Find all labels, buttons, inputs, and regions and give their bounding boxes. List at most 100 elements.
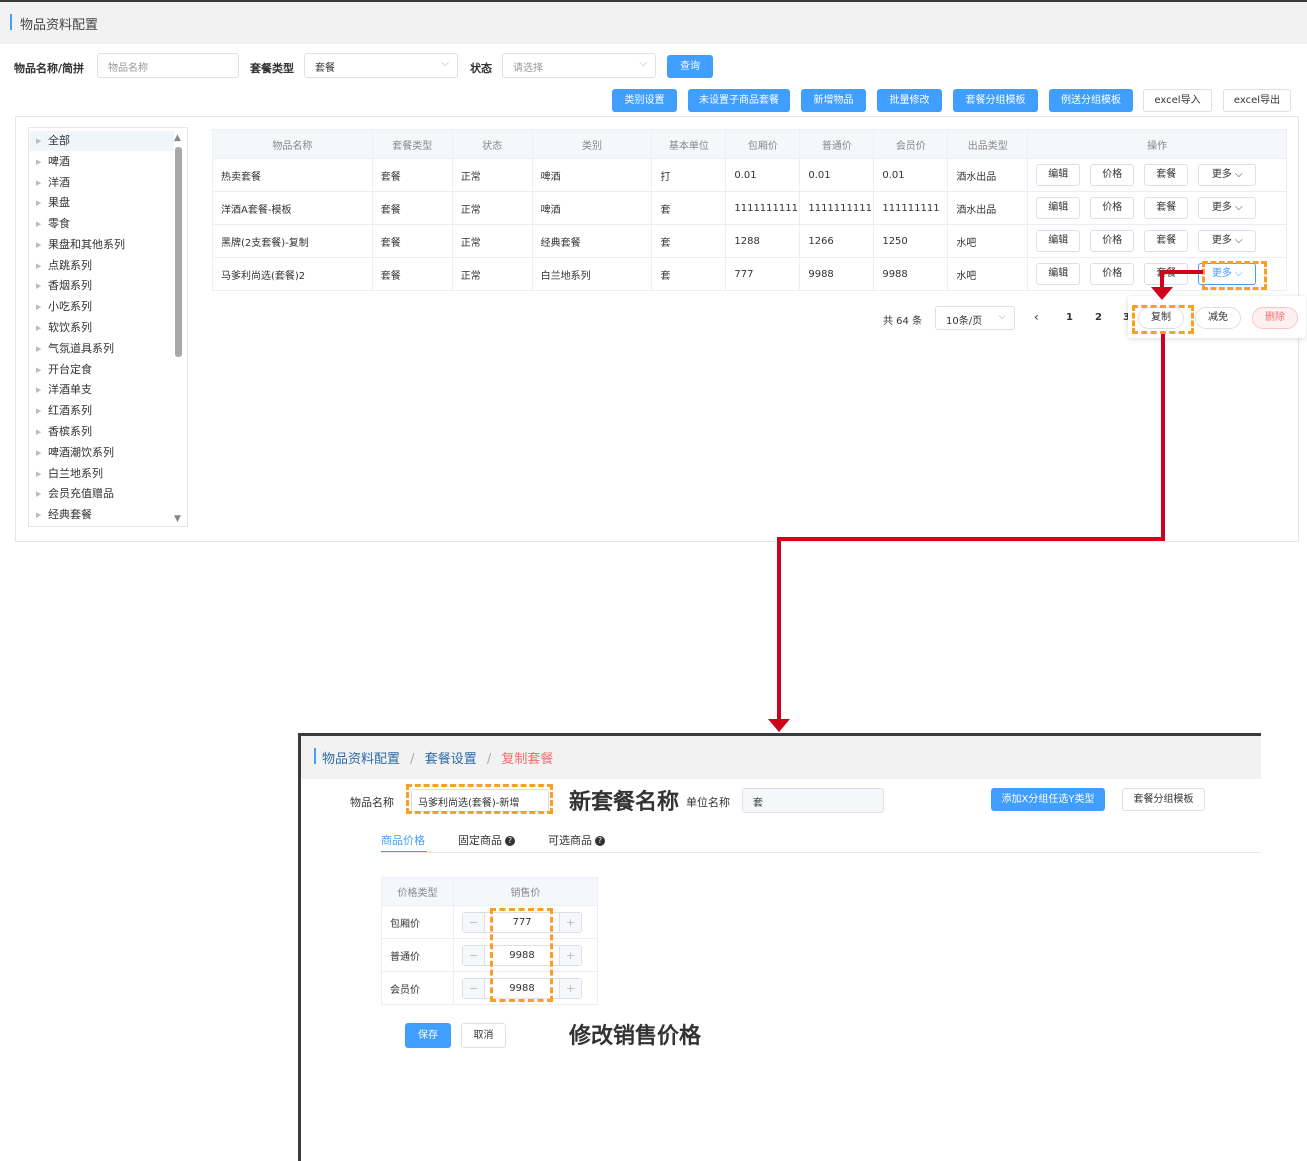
cancel-button[interactable]: 取消 bbox=[461, 1023, 506, 1048]
cell: 套 bbox=[651, 191, 727, 225]
tab-fixed-items[interactable]: 固定商品? bbox=[458, 832, 515, 848]
price-button[interactable]: 价格 bbox=[1090, 230, 1135, 252]
tree-item[interactable]: ▶ 香槟系列 bbox=[30, 422, 174, 442]
cell: 套 bbox=[651, 224, 727, 258]
plus-icon[interactable]: + bbox=[559, 945, 581, 965]
cell: 黑牌(2支套餐)-复制 bbox=[212, 224, 373, 258]
tab-optional-items[interactable]: 可选商品? bbox=[548, 832, 605, 848]
price-button[interactable]: 价格 bbox=[1090, 164, 1135, 186]
cell: 啤酒 bbox=[531, 191, 653, 225]
tree-item[interactable]: ▶ 气氛道具系列 bbox=[30, 339, 174, 359]
tree-item[interactable]: ▶ 经典套餐 bbox=[30, 505, 174, 525]
tree-item[interactable]: ▶ 开台定食 bbox=[30, 360, 174, 380]
caret-right-icon: ▶ bbox=[36, 386, 42, 394]
edit-button[interactable]: 编辑 bbox=[1036, 263, 1081, 285]
pager-total: 共 64 条 bbox=[883, 316, 923, 327]
tree-item-label: 小吃系列 bbox=[48, 300, 92, 313]
tree-item[interactable]: ▶ 红酒系列 bbox=[30, 401, 174, 421]
edit-button[interactable]: 编辑 bbox=[1036, 230, 1081, 252]
tree-item[interactable]: ▶ 香烟系列 bbox=[30, 276, 174, 296]
save-button[interactable]: 保存 bbox=[405, 1023, 451, 1048]
column-header: 价格类型 bbox=[381, 877, 454, 906]
gift-group-template-button[interactable]: 例送分组模板 bbox=[1049, 89, 1133, 112]
name-filter-input[interactable]: 物品名称 bbox=[97, 53, 239, 78]
column-header: 包厢价 bbox=[725, 129, 801, 159]
tree-item[interactable]: ▶ 白兰地系列 bbox=[30, 464, 174, 484]
package-button[interactable]: 套餐 bbox=[1144, 263, 1189, 285]
tree-item[interactable]: ▶ 小吃系列 bbox=[30, 297, 174, 317]
package-button[interactable]: 套餐 bbox=[1144, 164, 1189, 186]
type-select[interactable]: 套餐 ⌵ bbox=[304, 53, 458, 78]
query-button[interactable]: 查询 bbox=[667, 55, 713, 78]
scroll-up-icon[interactable]: ▲ bbox=[174, 133, 181, 143]
package-group-template-button[interactable]: 套餐分组模板 bbox=[953, 89, 1038, 112]
price-type: 普通价 bbox=[381, 938, 454, 972]
minus-icon[interactable]: − bbox=[463, 978, 485, 998]
page-number[interactable]: 1 bbox=[1066, 312, 1073, 323]
tree-item[interactable]: ▶ 全部 bbox=[30, 131, 174, 151]
tree-item[interactable]: ▶ 洋酒单支 bbox=[30, 380, 174, 400]
tab-price[interactable]: 商品价格 bbox=[381, 832, 425, 848]
caret-right-icon: ▶ bbox=[36, 220, 42, 228]
status-select[interactable]: 请选择 ⌵ bbox=[502, 53, 656, 78]
price-type: 包厢价 bbox=[381, 905, 454, 939]
breadcrumb-item[interactable]: 物品资料配置 bbox=[322, 752, 400, 767]
batch-edit-button[interactable]: 批量修改 bbox=[877, 89, 942, 112]
tree-item[interactable]: ▶ 会员充值赠品 bbox=[30, 484, 174, 504]
column-header: 普通价 bbox=[799, 129, 875, 159]
category-settings-button[interactable]: 类别设置 bbox=[612, 89, 677, 112]
excel-export-button[interactable]: excel导出 bbox=[1223, 89, 1291, 112]
help-icon: ? bbox=[505, 836, 515, 846]
more-button[interactable]: 更多 ⌵ bbox=[1198, 230, 1257, 252]
prev-page-icon[interactable]: ‹ bbox=[1034, 310, 1039, 324]
cell: 1266 bbox=[799, 224, 875, 258]
caret-right-icon: ▶ bbox=[36, 241, 42, 249]
items-table: 物品名称 套餐类型 状态 类别 基本单位 包厢价 普通价 会员价 出品类型 操作… bbox=[212, 129, 1287, 291]
tree-item[interactable]: ▶ 点跳系列 bbox=[30, 256, 174, 276]
add-item-button[interactable]: 新增物品 bbox=[801, 89, 866, 112]
price-button[interactable]: 价格 bbox=[1090, 197, 1135, 219]
edit-button[interactable]: 编辑 bbox=[1036, 197, 1081, 219]
type-filter-label: 套餐类型 bbox=[250, 62, 294, 75]
tree-item[interactable]: ▶ 果盘和其他系列 bbox=[30, 235, 174, 255]
tree-item[interactable]: ▶ 果盘 bbox=[30, 193, 174, 213]
page-number[interactable]: 2 bbox=[1095, 312, 1102, 323]
package-button[interactable]: 套餐 bbox=[1144, 197, 1189, 219]
scroll-down-icon[interactable]: ▼ bbox=[174, 514, 181, 524]
cell: 啤酒 bbox=[531, 158, 653, 192]
tree-item[interactable]: ▶ 零食 bbox=[30, 214, 174, 234]
more-button[interactable]: 更多 ⌵ bbox=[1198, 164, 1257, 186]
plus-icon[interactable]: + bbox=[559, 912, 581, 932]
cell: 经典套餐 bbox=[531, 224, 653, 258]
unit-name-input[interactable]: 套 bbox=[742, 788, 884, 813]
tree-item[interactable]: ▶ 啤酒潮饮系列 bbox=[30, 443, 174, 463]
column-header: 状态 bbox=[451, 129, 533, 159]
page-size-select[interactable]: 10条/页 ⌵ bbox=[935, 306, 1015, 330]
minus-icon[interactable]: − bbox=[463, 945, 485, 965]
excel-import-button[interactable]: excel导入 bbox=[1143, 89, 1212, 112]
highlight-box bbox=[490, 908, 553, 1002]
tree-item-label: 洋酒 bbox=[48, 176, 70, 189]
chevron-down-icon: ⌵ bbox=[1235, 235, 1243, 246]
unset-subitem-button[interactable]: 未设置子商品套餐 bbox=[688, 89, 790, 112]
cell: 正常 bbox=[451, 158, 533, 192]
column-header: 基本单位 bbox=[651, 129, 727, 159]
package-group-template-button[interactable]: 套餐分组模板 bbox=[1122, 788, 1205, 811]
add-group-button[interactable]: 添加X分组任选Y类型 bbox=[991, 788, 1105, 811]
edit-button[interactable]: 编辑 bbox=[1036, 164, 1081, 186]
tree-item[interactable]: ▶ 洋酒 bbox=[30, 173, 174, 193]
caret-right-icon: ▶ bbox=[36, 428, 42, 436]
tree-item[interactable]: ▶ 啤酒 bbox=[30, 152, 174, 172]
caret-right-icon: ▶ bbox=[36, 282, 42, 290]
tree-item[interactable]: ▶ 软饮系列 bbox=[30, 318, 174, 338]
tree-scrollbar[interactable] bbox=[175, 147, 182, 357]
price-button[interactable]: 价格 bbox=[1090, 263, 1135, 285]
minus-icon[interactable]: − bbox=[463, 912, 485, 932]
delete-button[interactable]: 删除 bbox=[1252, 307, 1298, 329]
breadcrumb-item[interactable]: 套餐设置 bbox=[425, 752, 477, 767]
plus-icon[interactable]: + bbox=[559, 978, 581, 998]
discount-button[interactable]: 减免 bbox=[1195, 307, 1241, 329]
more-button[interactable]: 更多 ⌵ bbox=[1198, 197, 1257, 219]
package-button[interactable]: 套餐 bbox=[1144, 230, 1189, 252]
page-header: 物品资料配置 bbox=[0, 0, 1307, 44]
